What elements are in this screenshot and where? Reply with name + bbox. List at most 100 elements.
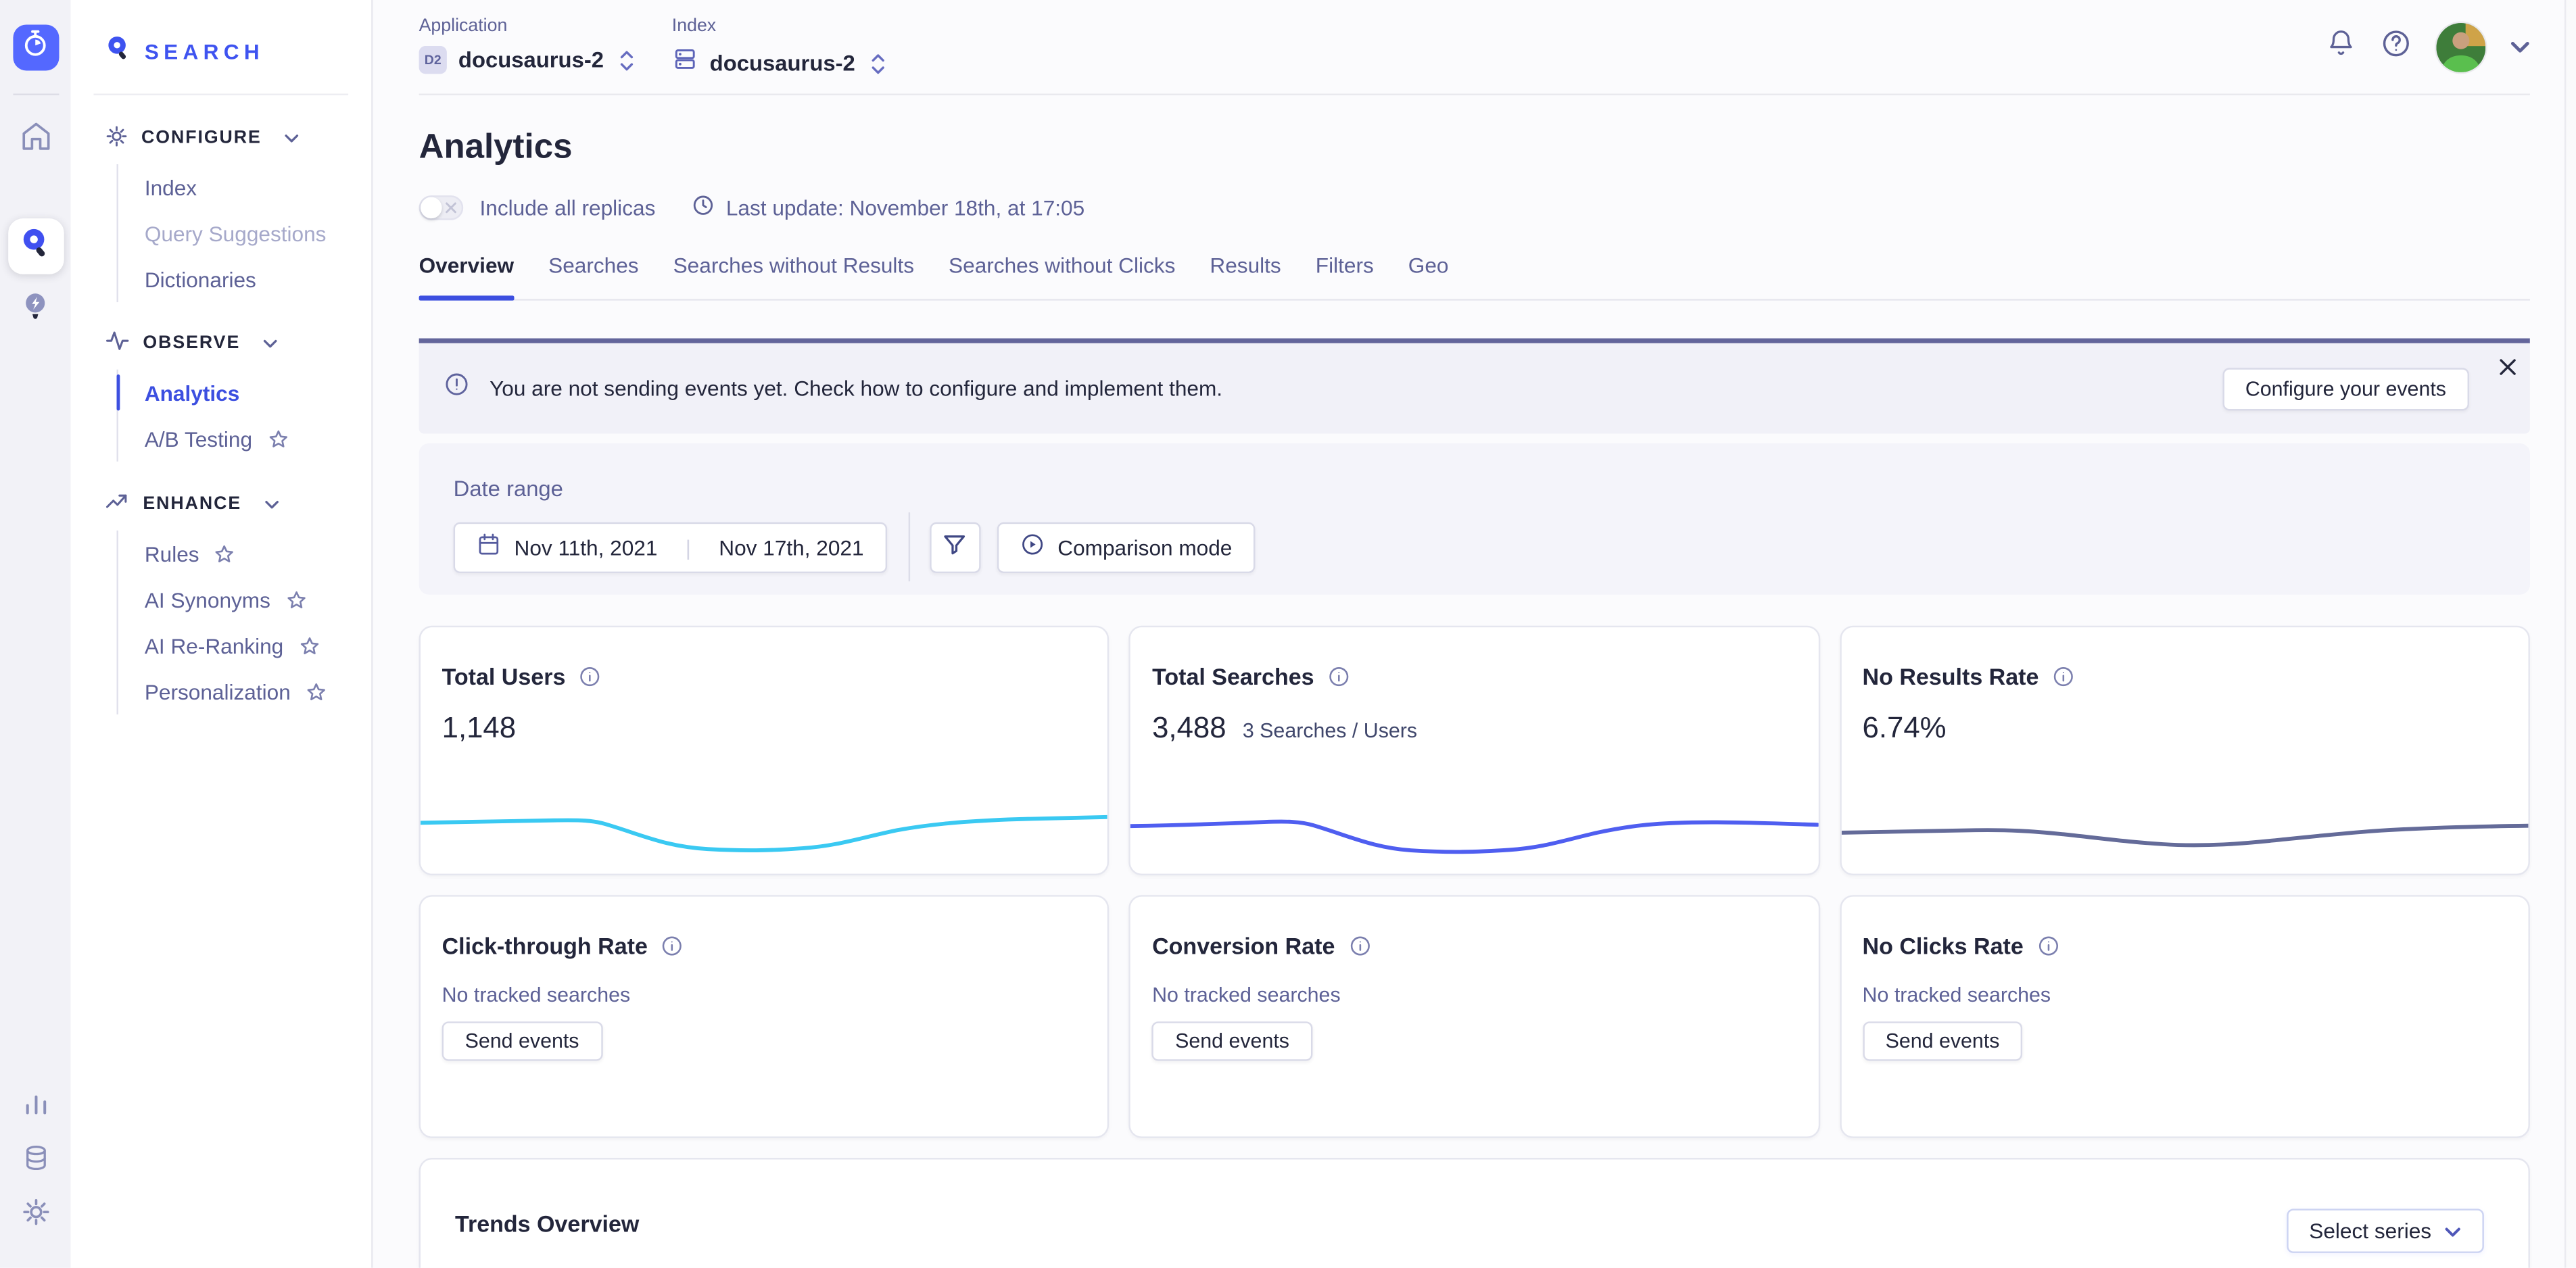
index-selector: Index docusaurus-2 xyxy=(672,16,885,80)
play-circle-icon xyxy=(1020,532,1044,562)
monitoring-nav-button[interactable] xyxy=(7,1079,64,1135)
help-button[interactable] xyxy=(2381,27,2412,66)
sidebar: SEARCH CONFIGURE Index Q xyxy=(70,0,373,1268)
database-icon xyxy=(20,1142,50,1180)
send-events-button[interactable]: Send events xyxy=(1152,1021,1312,1060)
info-icon[interactable] xyxy=(579,665,602,688)
toggle-knob xyxy=(421,197,442,219)
header-actions xyxy=(2327,0,2530,93)
no-results-rate-card: No Results Rate 6.74% xyxy=(1840,626,2530,875)
star-icon[interactable] xyxy=(267,428,289,449)
chevron-down-icon xyxy=(2510,32,2530,62)
account-menu-button[interactable] xyxy=(2510,32,2530,62)
star-icon[interactable] xyxy=(298,635,320,656)
tab-results[interactable]: Results xyxy=(1210,243,1281,299)
page-title: Analytics xyxy=(419,128,573,168)
rail-divider xyxy=(12,93,58,95)
notifications-button[interactable] xyxy=(2327,28,2356,66)
magnifier-logo-icon xyxy=(103,33,133,71)
application-selector: Application D2 docusaurus-2 xyxy=(419,16,634,74)
home-nav-button[interactable] xyxy=(7,112,64,168)
info-icon[interactable] xyxy=(2052,665,2075,688)
date-range-picker-button[interactable]: Nov 11th, 2021 | Nov 17th, 2021 xyxy=(454,521,887,572)
filter-button[interactable] xyxy=(930,521,980,572)
tab-searches-without-results[interactable]: Searches without Results xyxy=(673,243,914,299)
info-icon[interactable] xyxy=(661,935,684,958)
tab-geo[interactable]: Geo xyxy=(1408,243,1449,299)
lightbulb-bolt-icon xyxy=(20,291,51,330)
star-icon[interactable] xyxy=(214,543,235,564)
card-title: No Clicks Rate xyxy=(1863,933,2024,959)
no-clicks-rate-card: No Clicks Rate No tracked searches Send … xyxy=(1840,895,2530,1138)
info-icon[interactable] xyxy=(2036,935,2059,958)
bar-chart-icon xyxy=(20,1088,50,1126)
card-status: No tracked searches xyxy=(1152,983,1796,1006)
user-avatar[interactable] xyxy=(2436,22,2485,72)
analytics-dashboard: SEARCH CONFIGURE Index Q xyxy=(0,0,2576,1268)
sidebar-item-dictionaries[interactable]: Dictionaries xyxy=(118,256,371,302)
observe-section-header[interactable]: OBSERVE xyxy=(70,327,371,360)
item-label: Index xyxy=(145,175,197,199)
configure-section-header[interactable]: CONFIGURE xyxy=(70,122,371,155)
last-update-text: Last update: November 18th, at 17:05 xyxy=(726,195,1084,220)
card-status: No tracked searches xyxy=(1863,983,2507,1006)
banner-close-button[interactable] xyxy=(2499,358,2517,376)
logo-wordmark: SEARCH xyxy=(145,39,264,64)
application-value: docusaurus-2 xyxy=(458,47,604,72)
card-subvalue: 3 Searches / Users xyxy=(1243,719,1417,742)
star-icon[interactable] xyxy=(306,681,327,702)
settings-nav-button[interactable] xyxy=(7,1188,64,1244)
tab-searches-without-clicks[interactable]: Searches without Clicks xyxy=(949,243,1175,299)
select-series-button[interactable]: Select series xyxy=(2286,1209,2484,1253)
trends-overview-card: Trends Overview Select series xyxy=(419,1158,2530,1268)
info-alert-icon xyxy=(444,371,470,406)
trends-title: Trends Overview xyxy=(455,1211,639,1237)
tab-overview[interactable]: Overview xyxy=(419,243,515,299)
search-product-button[interactable] xyxy=(7,218,64,274)
date-separator: | xyxy=(686,535,691,559)
send-events-button[interactable]: Send events xyxy=(442,1021,602,1060)
include-replicas-label: Include all replicas xyxy=(480,195,656,220)
info-icon[interactable] xyxy=(1348,935,1371,958)
sidebar-item-ab-testing[interactable]: A/B Testing xyxy=(118,416,371,462)
item-label: Dictionaries xyxy=(145,267,256,291)
section-label: CONFIGURE xyxy=(141,128,262,148)
send-events-button[interactable]: Send events xyxy=(1863,1021,2023,1060)
include-replicas-toggle[interactable] xyxy=(419,195,464,220)
data-nav-button[interactable] xyxy=(7,1133,64,1190)
item-label: AI Synonyms xyxy=(145,587,270,612)
comparison-mode-button[interactable]: Comparison mode xyxy=(997,521,1255,572)
application-select-button[interactable]: D2 docusaurus-2 xyxy=(419,46,634,74)
section-label: OBSERVE xyxy=(143,333,240,353)
tab-filters[interactable]: Filters xyxy=(1316,243,1374,299)
star-icon[interactable] xyxy=(285,589,307,610)
sidebar-item-personalization[interactable]: Personalization xyxy=(118,668,371,714)
sidebar-section-enhance: ENHANCE Rules AI Synonyms xyxy=(70,488,371,714)
sidebar-section-configure: CONFIGURE Index Query Suggestions Dictio… xyxy=(70,122,371,302)
card-title: No Results Rate xyxy=(1863,664,2039,690)
enhance-section-header[interactable]: ENHANCE xyxy=(70,488,371,521)
tab-searches[interactable]: Searches xyxy=(548,243,638,299)
start-date: Nov 11th, 2021 xyxy=(515,535,658,559)
event-cards-row: Click-through Rate No tracked searches S… xyxy=(419,895,2530,1138)
info-icon[interactable] xyxy=(1327,665,1350,688)
sidebar-item-index[interactable]: Index xyxy=(118,164,371,210)
search-logo[interactable]: SEARCH xyxy=(103,33,264,71)
card-title: Click-through Rate xyxy=(442,933,648,959)
sidebar-item-ai-re-ranking[interactable]: AI Re-Ranking xyxy=(118,623,371,668)
chevron-down-icon xyxy=(2445,1219,2461,1243)
recommend-product-button[interactable] xyxy=(7,283,64,339)
sidebar-item-query-suggestions[interactable]: Query Suggestions xyxy=(118,210,371,256)
page-scrollbar[interactable] xyxy=(2565,0,2576,1268)
application-badge: D2 xyxy=(419,46,447,74)
icon-rail xyxy=(0,0,70,1268)
sidebar-divider xyxy=(93,93,348,95)
app-switcher-button[interactable] xyxy=(12,24,58,70)
item-label: AI Re-Ranking xyxy=(145,633,283,658)
sidebar-item-rules[interactable]: Rules xyxy=(118,531,371,577)
configure-events-button[interactable]: Configure your events xyxy=(2222,367,2469,410)
index-select-button[interactable]: docusaurus-2 xyxy=(672,46,885,80)
sidebar-item-analytics[interactable]: Analytics xyxy=(118,370,371,416)
card-title: Total Users xyxy=(442,664,566,690)
sidebar-item-ai-synonyms[interactable]: AI Synonyms xyxy=(118,577,371,623)
